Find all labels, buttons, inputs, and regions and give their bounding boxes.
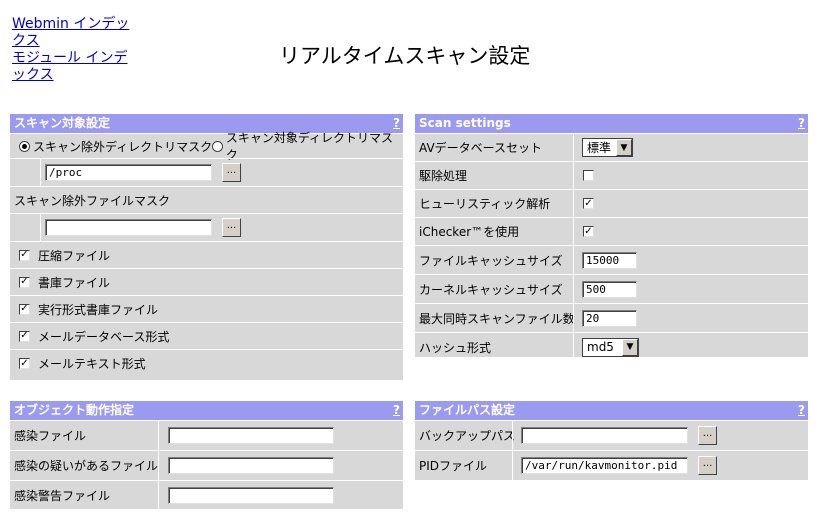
check-row-compressed: ✓ 圧縮ファイル bbox=[10, 241, 403, 268]
file-mask-input[interactable] bbox=[45, 219, 212, 236]
infected-input[interactable] bbox=[168, 427, 334, 444]
radio-exclude-dir[interactable] bbox=[19, 140, 30, 152]
heuristic-checkbox[interactable]: ✓ bbox=[583, 198, 594, 209]
module-index-link[interactable]: モジュール インデックス bbox=[12, 50, 130, 84]
hash-value: md5 bbox=[587, 340, 614, 354]
nav-links: Webmin インデックス モジュール インデックス bbox=[12, 16, 130, 84]
suspicious-row: 感染の疑いがあるファイル bbox=[10, 450, 403, 480]
max-files-label: 最大同時スキャンファイル数 bbox=[419, 311, 575, 326]
hash-label: ハッシュ形式 bbox=[419, 340, 492, 355]
max-files-row: 最大同時スキャンファイル数 bbox=[415, 303, 808, 332]
archive-label: 書庫ファイル bbox=[38, 275, 111, 290]
warning-input[interactable] bbox=[168, 487, 334, 504]
file-mask-label: スキャン除外ファイルマスク bbox=[14, 193, 171, 208]
scan-settings-header: Scan settings ? bbox=[415, 114, 808, 133]
compressed-checkbox[interactable]: ✓ bbox=[19, 249, 30, 261]
file-cache-input[interactable] bbox=[582, 251, 637, 269]
scan-settings-help-link[interactable]: ? bbox=[798, 114, 805, 133]
mail-db-checkbox[interactable]: ✓ bbox=[19, 330, 30, 342]
file-paths-title: ファイルパス設定 bbox=[419, 403, 516, 417]
radio-exclude-label: スキャン除外ディレクトリマスク bbox=[33, 139, 213, 154]
ichecker-checkbox[interactable]: ✓ bbox=[583, 226, 594, 237]
backup-label: バックアップパス bbox=[419, 429, 516, 443]
infected-label: 感染ファイル bbox=[14, 429, 87, 443]
backup-browse-button[interactable]: ... bbox=[698, 426, 717, 445]
file-mask-browse-button[interactable]: ... bbox=[222, 218, 241, 237]
cure-checkbox[interactable] bbox=[583, 170, 594, 181]
scan-target-title: スキャン対象設定 bbox=[14, 116, 111, 130]
scan-settings-panel: Scan settings ? AVデータベースセット 標準 ▼ 駆除処理 ヒュ… bbox=[415, 114, 808, 361]
pid-browse-button[interactable]: ... bbox=[698, 456, 717, 475]
object-action-title: オブジェクト動作指定 bbox=[14, 403, 135, 417]
dir-mask-row: ... bbox=[10, 158, 403, 186]
mail-db-label: メールデータベース形式 bbox=[38, 329, 170, 344]
backup-row: バックアップパス ... bbox=[415, 420, 808, 450]
warning-row: 感染警告ファイル bbox=[10, 480, 403, 510]
av-db-label: AVデータベースセット bbox=[419, 141, 543, 155]
pid-label: PIDファイル bbox=[419, 459, 488, 473]
mail-text-label: メールテキスト形式 bbox=[38, 357, 146, 371]
ichecker-label: iChecker™を使用 bbox=[419, 225, 520, 239]
kernel-cache-row: カーネルキャッシュサイズ bbox=[415, 274, 808, 303]
check-row-mail-db: ✓ メールデータベース形式 bbox=[10, 322, 403, 349]
warning-label: 感染警告ファイル bbox=[14, 489, 111, 503]
chevron-down-icon: ▼ bbox=[616, 139, 632, 156]
av-db-row: AVデータベースセット 標準 ▼ bbox=[415, 133, 808, 161]
av-db-value: 標準 bbox=[587, 141, 612, 155]
file-cache-row: ファイルキャッシュサイズ bbox=[415, 245, 808, 274]
archive-checkbox[interactable]: ✓ bbox=[19, 276, 30, 288]
file-paths-help-link[interactable]: ? bbox=[798, 401, 805, 420]
sfx-archive-checkbox[interactable]: ✓ bbox=[19, 303, 30, 315]
check-row-archive: ✓ 書庫ファイル bbox=[10, 268, 403, 295]
ichecker-row: iChecker™を使用 ✓ bbox=[415, 217, 808, 245]
suspicious-label: 感染の疑いがあるファイル bbox=[14, 459, 159, 473]
kernel-cache-label: カーネルキャッシュサイズ bbox=[419, 282, 563, 297]
check-row-sfx-archive: ✓ 実行形式書庫ファイル bbox=[10, 295, 403, 322]
check-row-mail-text: ✓ メールテキスト形式 bbox=[10, 349, 403, 377]
heuristic-label: ヒューリスティック解析 bbox=[419, 197, 551, 211]
max-files-input[interactable] bbox=[582, 309, 637, 327]
av-db-select[interactable]: 標準 ▼ bbox=[582, 138, 633, 157]
object-action-help-link[interactable]: ? bbox=[393, 401, 400, 420]
kernel-cache-input[interactable] bbox=[582, 280, 637, 298]
file-paths-header: ファイルパス設定 ? bbox=[415, 401, 808, 420]
hash-select[interactable]: md5 ▼ bbox=[582, 337, 639, 357]
page-title: リアルタイムスキャン設定 bbox=[279, 44, 531, 68]
cure-row: 駆除処理 bbox=[415, 161, 808, 189]
pid-input[interactable] bbox=[521, 457, 688, 474]
dir-mask-input[interactable] bbox=[45, 164, 212, 181]
scan-target-panel: スキャン対象設定 ? スキャン除外ディレクトリマスク スキャン対象ディレクトリマ… bbox=[10, 114, 403, 380]
cure-label: 駆除処理 bbox=[419, 169, 468, 183]
file-paths-panel: ファイルパス設定 ? バックアップパス ... PIDファイル ... bbox=[415, 401, 808, 480]
hash-row: ハッシュ形式 md5 ▼ bbox=[415, 332, 808, 361]
pid-row: PIDファイル ... bbox=[415, 450, 808, 480]
radio-selected-dot bbox=[22, 143, 27, 149]
radio-include-dir[interactable] bbox=[212, 140, 223, 152]
scan-settings-title: Scan settings bbox=[419, 116, 511, 130]
dir-mask-browse-button[interactable]: ... bbox=[222, 163, 241, 182]
compressed-label: 圧縮ファイル bbox=[38, 248, 111, 263]
backup-input[interactable] bbox=[521, 427, 688, 444]
dir-mask-mode-row: スキャン除外ディレクトリマスク スキャン対象ディレクトリマスク bbox=[10, 131, 403, 162]
infected-row: 感染ファイル bbox=[10, 420, 403, 450]
file-cache-label: ファイルキャッシュサイズ bbox=[419, 253, 563, 268]
webmin-index-link[interactable]: Webmin インデックス bbox=[12, 16, 130, 50]
heuristic-row: ヒューリスティック解析 ✓ bbox=[415, 189, 808, 217]
object-action-header: オブジェクト動作指定 ? bbox=[10, 401, 403, 420]
sfx-archive-label: 実行形式書庫ファイル bbox=[38, 302, 159, 317]
mail-text-checkbox[interactable]: ✓ bbox=[19, 358, 30, 369]
file-mask-row: ... bbox=[10, 213, 403, 241]
suspicious-input[interactable] bbox=[168, 457, 334, 474]
object-action-panel: オブジェクト動作指定 ? 感染ファイル 感染の疑いがあるファイル 感染警告ファイ… bbox=[10, 401, 403, 510]
file-mask-label-row: スキャン除外ファイルマスク bbox=[10, 186, 403, 213]
chevron-down-icon: ▼ bbox=[622, 338, 638, 356]
